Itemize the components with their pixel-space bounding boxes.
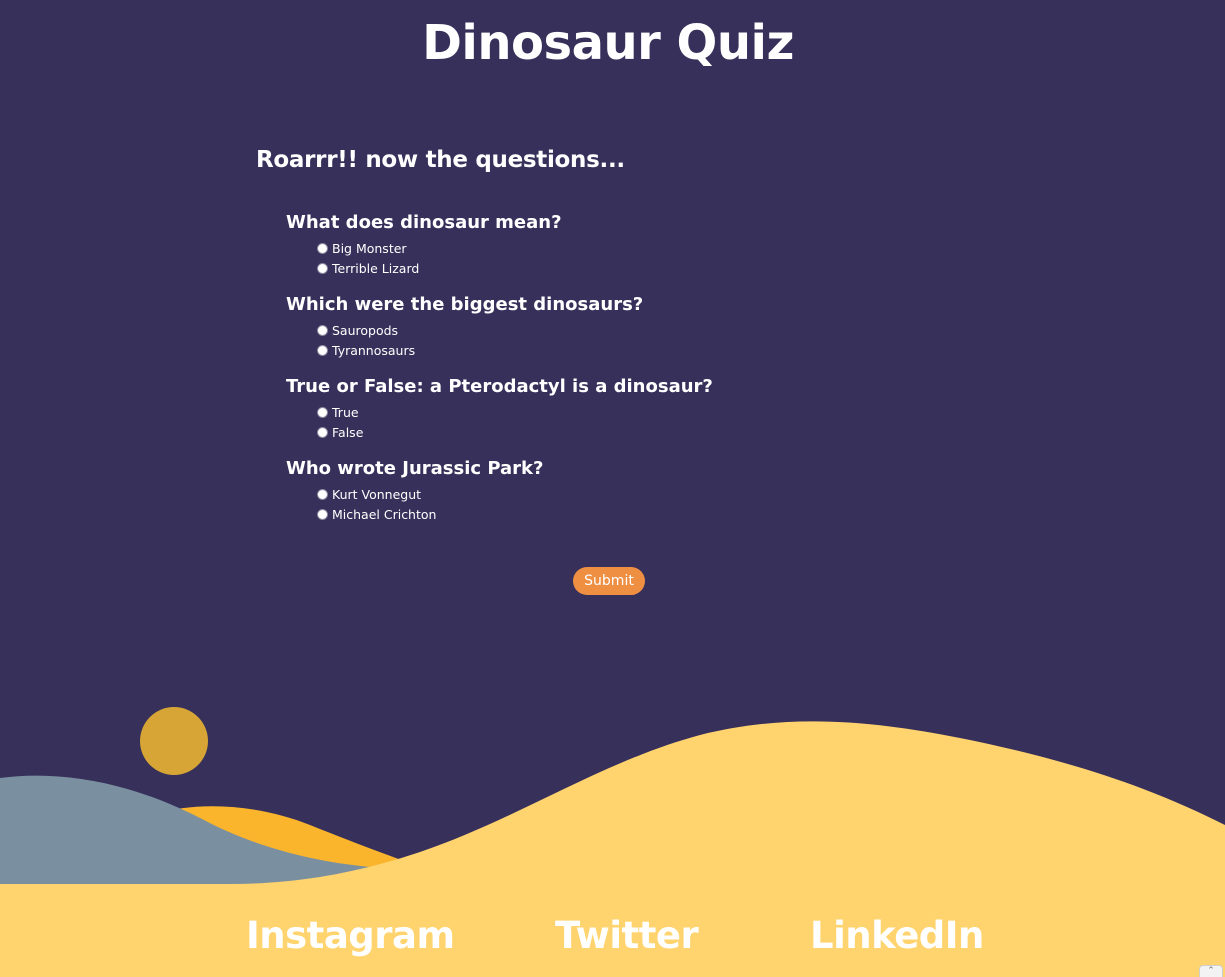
chevron-up-icon[interactable]: ⌃ bbox=[1199, 965, 1223, 977]
option-label: Sauropods bbox=[332, 322, 399, 338]
question-4: Who wrote Jurassic Park? Kurt Vonnegut M… bbox=[286, 456, 926, 538]
option-label: Big Monster bbox=[332, 240, 407, 256]
radio-button[interactable] bbox=[317, 324, 328, 336]
radio-button[interactable] bbox=[317, 262, 328, 274]
radio-button[interactable] bbox=[317, 508, 328, 520]
option-label: Tyrannosaurs bbox=[332, 342, 416, 358]
twitter-link[interactable]: Twitter bbox=[555, 908, 699, 964]
sun-shape bbox=[140, 707, 208, 775]
radio-button[interactable] bbox=[317, 406, 328, 418]
option-big-monster[interactable]: Big Monster bbox=[317, 238, 926, 258]
question-text: Who wrote Jurassic Park? bbox=[286, 458, 544, 479]
social-links: Instagram Twitter LinkedIn bbox=[0, 908, 1225, 964]
option-kurt-vonnegut[interactable]: Kurt Vonnegut bbox=[317, 484, 926, 504]
linkedin-link[interactable]: LinkedIn bbox=[810, 908, 984, 964]
quiz-intro: Roarrr!! now the questions... bbox=[256, 147, 625, 173]
question-3: True or False: a Pterodactyl is a dinosa… bbox=[286, 374, 926, 456]
radio-button[interactable] bbox=[317, 242, 328, 254]
option-label: Kurt Vonnegut bbox=[332, 486, 422, 502]
option-false[interactable]: False bbox=[317, 422, 926, 442]
radio-button[interactable] bbox=[317, 426, 328, 438]
question-2: Which were the biggest dinosaurs? Saurop… bbox=[286, 292, 926, 374]
option-true[interactable]: True bbox=[317, 402, 926, 422]
option-label: True bbox=[332, 404, 359, 420]
radio-button[interactable] bbox=[317, 488, 328, 500]
option-label: False bbox=[332, 424, 364, 440]
option-label: Terrible Lizard bbox=[332, 260, 420, 276]
question-text: Which were the biggest dinosaurs? bbox=[286, 294, 644, 315]
question-1: What does dinosaur mean? Big Monster Ter… bbox=[286, 210, 926, 292]
option-sauropods[interactable]: Sauropods bbox=[317, 320, 926, 340]
page-title: Dinosaur Quiz bbox=[422, 15, 794, 71]
option-tyrannosaurs[interactable]: Tyrannosaurs bbox=[317, 340, 926, 360]
option-michael-crichton[interactable]: Michael Crichton bbox=[317, 504, 926, 524]
option-label: Michael Crichton bbox=[332, 506, 437, 522]
question-text: What does dinosaur mean? bbox=[286, 212, 562, 233]
radio-button[interactable] bbox=[317, 344, 328, 356]
submit-button[interactable]: Submit bbox=[573, 567, 645, 595]
instagram-link[interactable]: Instagram bbox=[246, 908, 455, 964]
quiz-form: What does dinosaur mean? Big Monster Ter… bbox=[286, 210, 926, 538]
question-text: True or False: a Pterodactyl is a dinosa… bbox=[286, 376, 713, 397]
option-terrible-lizard[interactable]: Terrible Lizard bbox=[317, 258, 926, 278]
